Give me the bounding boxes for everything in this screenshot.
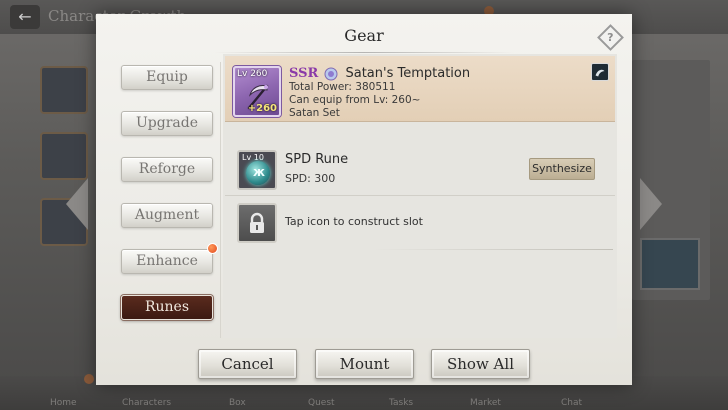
background-nav-chat: Chat [561,398,583,408]
title-divider [214,52,514,53]
item-equip-level: Can equip from Lv: 260~ [289,94,421,106]
gear-dialog: Gear ? Equip Upgrade Reforge Augment Enh… [96,14,632,385]
rune-row: Lv 10 ж SPD Rune SPD: 300 Synthesize [225,144,615,196]
item-set: Satan Set [289,107,340,119]
rune-slot[interactable]: Lv 10 ж [237,150,277,190]
background-notification-dot [84,374,94,384]
background-nav-tasks: Tasks [389,398,414,408]
background-nav-quest: Quest [308,398,335,408]
background-next-arrow-icon [640,178,662,230]
tab-augment[interactable]: Augment [121,203,213,228]
tab-equip[interactable]: Equip [121,65,213,90]
item-name-row: SSR Satan's Temptation [289,63,471,81]
background-right-image [640,238,700,290]
background-nav-market: Market [470,398,501,408]
help-button[interactable]: ? [596,23,624,51]
tab-reforge[interactable]: Reforge [121,157,213,182]
background-nav-characters: Characters [122,398,172,408]
question-diamond-icon: ? [596,23,624,51]
tab-upgrade[interactable]: Upgrade [121,111,213,136]
item-name: Satan's Temptation [345,66,471,81]
rarity-label: SSR [289,66,319,81]
background-prev-arrow-icon [66,178,88,230]
tab-enhance[interactable]: Enhance [121,243,218,274]
tab-divider [220,62,221,338]
tab-runes[interactable]: Runes [121,295,213,320]
rarity-gem-icon [324,67,338,80]
rune-glyph-icon: ж [253,165,265,179]
slot-divider [373,249,613,250]
equipped-item-slot[interactable]: Lv 260 +260 [233,66,281,117]
tab-enhance-label: Enhance [136,253,198,269]
locked-slot-row: Tap icon to construct slot [225,200,615,244]
back-arrow-icon: ← [10,5,40,29]
background-nav-box: Box [229,398,246,408]
rune-stat: SPD: 300 [285,172,336,185]
dialog-title: Gear [344,26,384,45]
background-card [40,66,88,114]
item-total-power: Total Power: 380511 [289,81,396,93]
lock-icon [250,212,264,233]
item-header: Lv 260 +260 SSR Satan's Temptation Total… [225,56,615,122]
background-nav-home: Home [50,398,77,408]
item-plus-level: +260 [247,103,277,114]
synthesize-button[interactable]: Synthesize [529,158,595,180]
locked-slot-button[interactable] [237,203,277,243]
locked-slot-hint: Tap icon to construct slot [285,215,423,228]
background-card [40,132,88,180]
rune-name: SPD Rune [285,152,349,167]
runes-panel: Lv 260 +260 SSR Satan's Temptation Total… [223,54,617,338]
set-info-icon[interactable] [591,63,609,81]
show-all-button[interactable]: Show All [431,349,530,379]
cancel-button[interactable]: Cancel [198,349,297,379]
item-level: Lv 260 [237,69,268,79]
notification-badge [207,243,218,254]
mount-button[interactable]: Mount [315,349,414,379]
